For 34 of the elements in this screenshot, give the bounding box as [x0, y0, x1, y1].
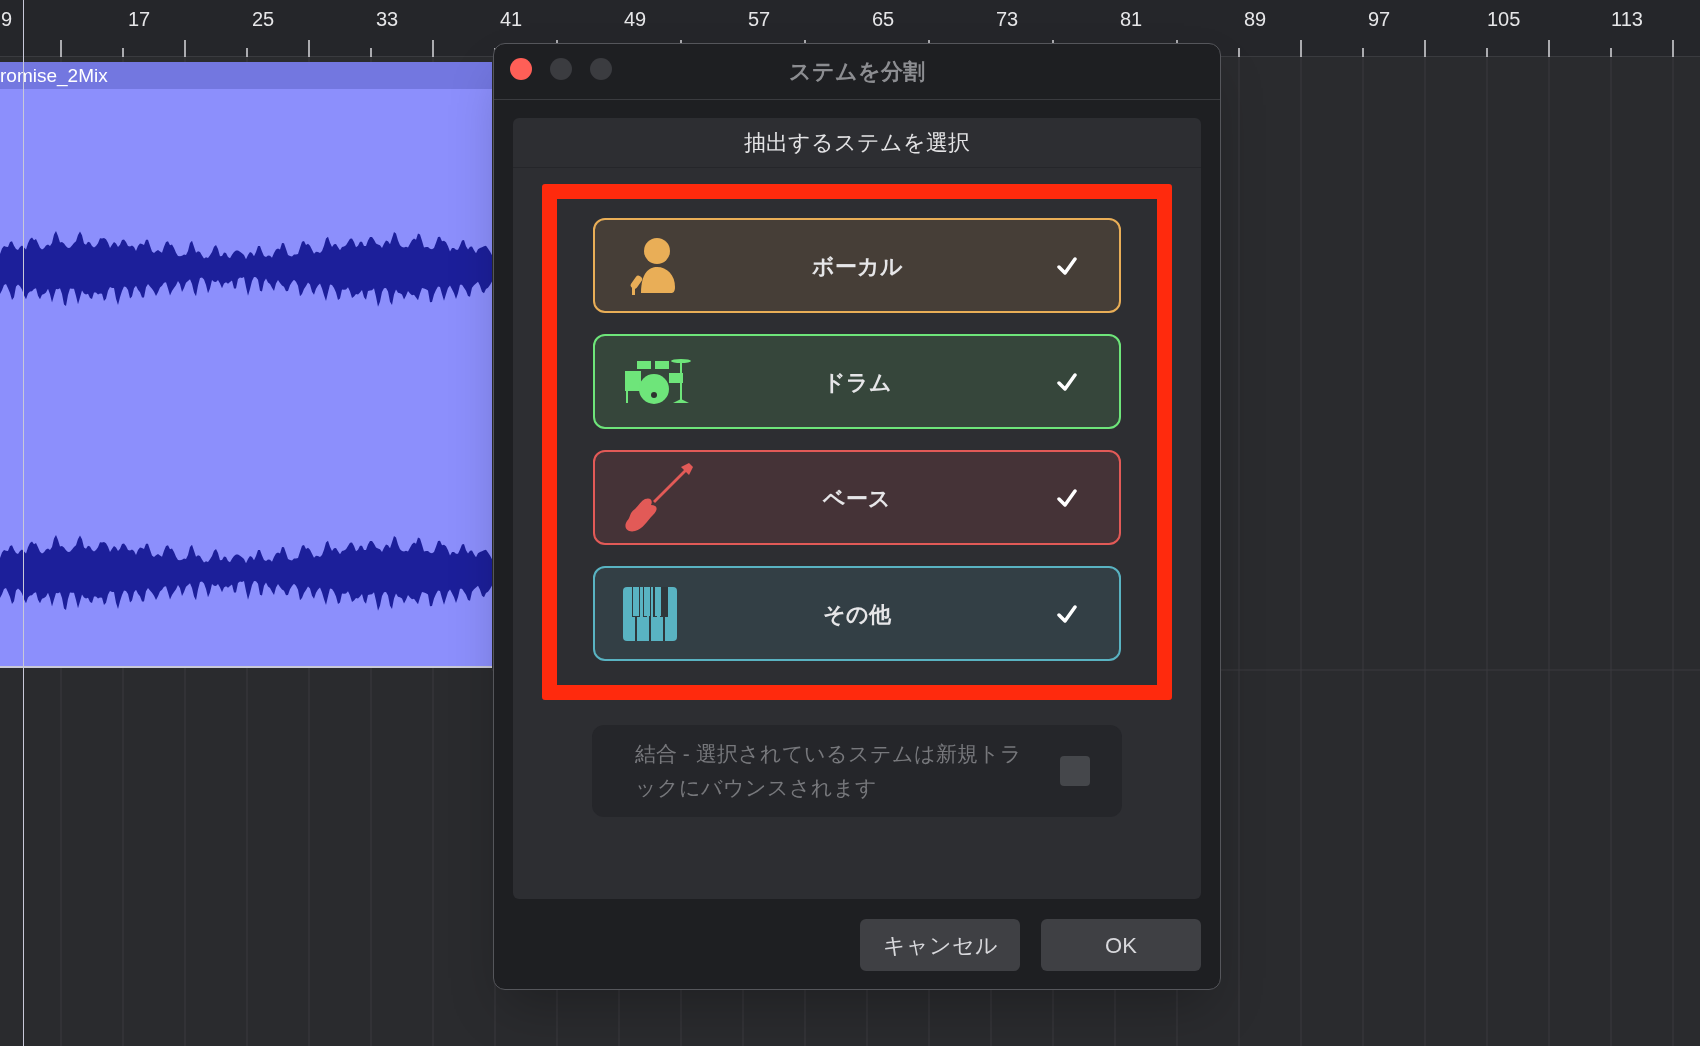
drum-kit-icon: [623, 356, 693, 407]
stem-toggle[interactable]: その他: [593, 566, 1121, 661]
minimize-button[interactable]: [550, 58, 572, 80]
bar-number: 25: [252, 9, 275, 29]
panel-header: 抽出するステムを選択: [744, 129, 970, 157]
dialog-title: ステムを分割: [789, 58, 925, 86]
stem-toggle[interactable]: ドラム: [593, 334, 1121, 429]
stem-label: その他: [823, 600, 891, 629]
bar-number: 33: [376, 9, 399, 29]
bar-number: 73: [996, 9, 1019, 29]
stem-toggle[interactable]: ボーカル: [593, 218, 1121, 313]
close-button[interactable]: [510, 58, 532, 80]
bar-number: 17: [128, 9, 151, 29]
stem-label: ベース: [823, 484, 891, 512]
bar-number: 65: [872, 9, 895, 29]
timeline-ruler[interactable]: 9 17 25 33 41 49 57 65 73 81 89 97 105 113: [0, 0, 1700, 57]
bar-number: 9: [1, 9, 13, 29]
bar-number: 89: [1244, 9, 1267, 29]
stem-label: ドラム: [822, 368, 892, 396]
combine-label: 結合 - 選択されているステムは新規トラックにバウンスされます: [635, 741, 1023, 801]
ok-button[interactable]: OK: [1041, 919, 1201, 971]
zoom-button[interactable]: [590, 58, 612, 80]
bar-number: 81: [1120, 9, 1143, 29]
cancel-button[interactable]: キャンセル: [860, 919, 1020, 971]
guitar-icon: [623, 462, 693, 533]
bar-number: 97: [1368, 9, 1391, 29]
bar-number: 57: [748, 9, 771, 29]
piano-keys-icon: [623, 586, 677, 641]
bar-number: 41: [500, 9, 523, 29]
bar-number: 49: [624, 9, 647, 29]
bar-number: 105: [1487, 9, 1521, 29]
bar-number: 113: [1611, 9, 1643, 29]
stem-label: ボーカル: [811, 252, 903, 280]
stem-toggle[interactable]: ベース: [593, 450, 1121, 545]
